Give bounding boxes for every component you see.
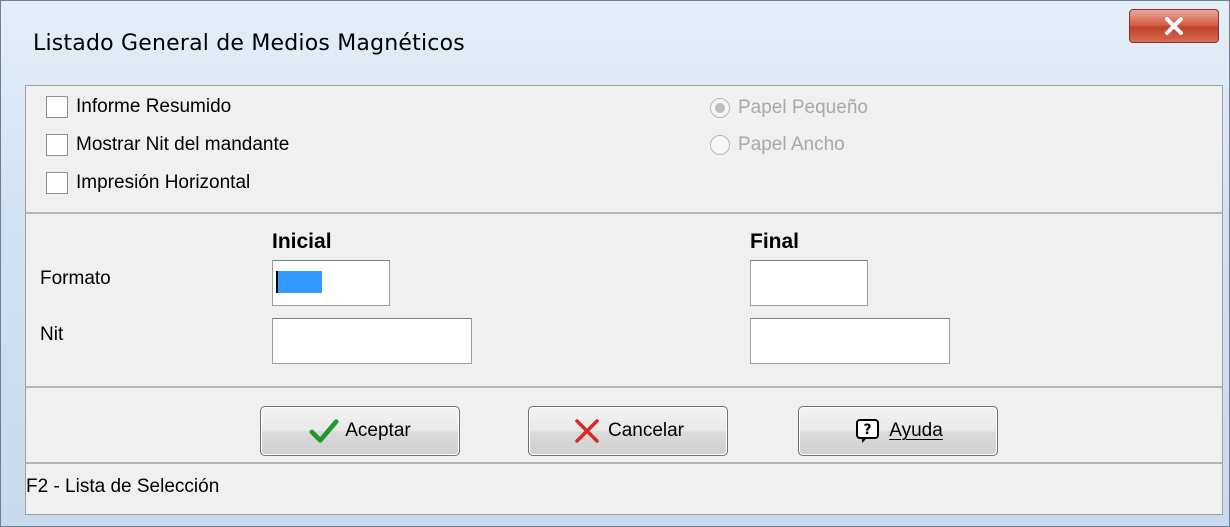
title-bar[interactable]: Listado General de Medios Magnéticos xyxy=(1,1,1229,85)
cancel-button[interactable]: Cancelar xyxy=(528,406,728,456)
radio-papel-pequeno[interactable]: Papel Pequeño xyxy=(710,97,868,119)
window-title: Listado General de Medios Magnéticos xyxy=(33,31,465,56)
close-button[interactable] xyxy=(1129,9,1219,43)
accept-button-label: Aceptar xyxy=(345,420,411,441)
checkbox-box[interactable] xyxy=(46,96,68,118)
radio-button[interactable] xyxy=(710,135,730,155)
radio-label: Papel Pequeño xyxy=(738,97,868,118)
checkbox-informe-resumido[interactable]: Informe Resumido xyxy=(46,96,231,118)
checkbox-box[interactable] xyxy=(46,134,68,156)
help-button-label: Ayuda xyxy=(889,420,943,441)
status-text: F2 - Lista de Selección xyxy=(26,476,220,497)
checkbox-label: Impresión Horizontal xyxy=(76,172,251,193)
text-selection xyxy=(276,271,322,293)
checkbox-label: Informe Resumido xyxy=(76,96,232,117)
nit-initial-input[interactable] xyxy=(272,318,472,364)
dialog-body: Informe Resumido Mostrar Nit del mandant… xyxy=(25,85,1223,515)
options-panel: Informe Resumido Mostrar Nit del mandant… xyxy=(26,86,1222,214)
column-header-final: Final xyxy=(750,230,800,253)
help-button[interactable]: ? Ayuda xyxy=(798,406,998,456)
formato-final-input[interactable] xyxy=(750,260,868,306)
checkbox-box[interactable] xyxy=(46,172,68,194)
radio-label: Papel Ancho xyxy=(738,134,845,155)
status-bar: F2 - Lista de Selección xyxy=(26,464,1222,514)
row-label-formato: Formato xyxy=(40,268,111,289)
checkbox-mostrar-nit-mandante[interactable]: Mostrar Nit del mandante xyxy=(46,134,289,156)
cancel-button-label: Cancelar xyxy=(607,420,685,441)
checkbox-label: Mostrar Nit del mandante xyxy=(76,134,290,155)
x-icon xyxy=(572,416,602,446)
help-icon: ? xyxy=(853,416,883,446)
nit-final-input[interactable] xyxy=(750,318,950,364)
radio-button[interactable] xyxy=(710,98,730,118)
close-icon xyxy=(1165,17,1183,35)
svg-text:?: ? xyxy=(864,422,872,438)
dialog-window: Listado General de Medios Magnéticos Inf… xyxy=(0,0,1230,527)
accept-button[interactable]: Aceptar xyxy=(260,406,460,456)
button-panel: Aceptar Cancelar ? Ayuda xyxy=(26,388,1222,464)
row-label-nit: Nit xyxy=(40,324,64,345)
range-panel: Inicial Final Formato Nit xyxy=(26,214,1222,388)
formato-initial-input[interactable] xyxy=(272,260,390,306)
checkbox-impresion-horizontal[interactable]: Impresión Horizontal xyxy=(46,172,250,194)
column-header-inicial: Inicial xyxy=(272,230,332,253)
radio-papel-ancho[interactable]: Papel Ancho xyxy=(710,134,845,156)
checkmark-icon xyxy=(309,416,339,446)
